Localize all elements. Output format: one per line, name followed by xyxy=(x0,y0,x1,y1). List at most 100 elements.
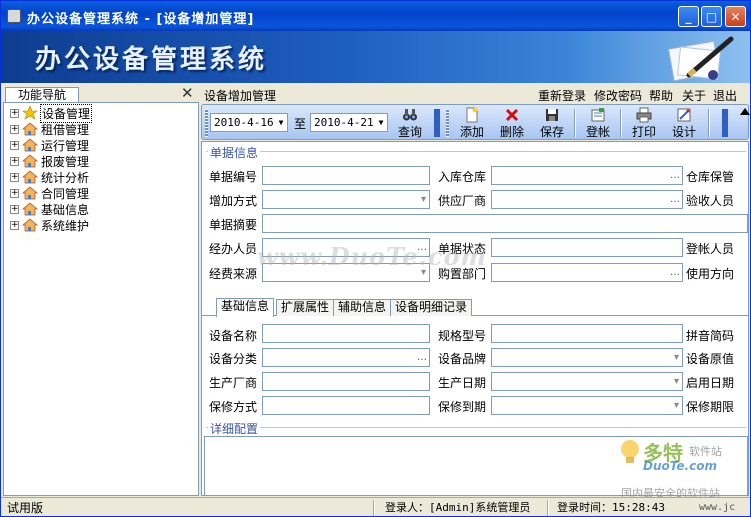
expand-icon[interactable]: + xyxy=(10,156,19,166)
pinyin-label: 拼音简码 xyxy=(686,329,735,343)
menu-about[interactable]: 关于 xyxy=(682,87,706,104)
lightbulb-icon xyxy=(621,440,639,463)
poster-label: 登帐人员 xyxy=(686,242,735,256)
tree-item-statistics[interactable]: + 统计分析 xyxy=(10,169,90,185)
menu-relogin[interactable]: 重新登录 xyxy=(538,87,586,104)
edition-status: 试用版 xyxy=(7,501,44,515)
tree-item-scrap-management[interactable]: + 报废管理 xyxy=(10,153,90,169)
add-method-select[interactable] xyxy=(262,190,430,209)
manufacturer-input[interactable] xyxy=(262,372,430,391)
design-button[interactable]: 设计 xyxy=(668,107,700,139)
production-date-picker[interactable] xyxy=(491,372,683,391)
to-label: 至 xyxy=(294,117,307,131)
summary-input[interactable] xyxy=(262,214,748,233)
warehouse-picker[interactable] xyxy=(491,166,683,185)
toolbar-chevron[interactable] xyxy=(434,109,440,137)
date-from-picker[interactable]: 2010-4-16 ▼ xyxy=(210,113,288,132)
tab-device-detail-records[interactable]: 设备明细记录 xyxy=(390,299,473,316)
expand-icon[interactable]: + xyxy=(10,124,19,134)
tree-item-contract-management[interactable]: + 合同管理 xyxy=(10,185,90,201)
expand-icon[interactable]: + xyxy=(10,220,19,230)
add-label: 添加 xyxy=(459,125,484,139)
logo-en: DuoTe.com xyxy=(643,459,717,473)
dropdown-arrow-icon[interactable]: ▼ xyxy=(275,114,287,131)
save-label: 保存 xyxy=(539,125,564,139)
tree-item-lease-management[interactable]: + 租借管理 xyxy=(10,121,90,137)
app-window: 办公设备管理系统 - [设备增加管理] _ □ ✕ 办公设备管理系统 功能导航 … xyxy=(0,0,751,517)
menu-exit[interactable]: 退出 xyxy=(713,87,737,104)
save-button[interactable]: 保存 xyxy=(536,107,568,139)
warranty-expiry-picker[interactable] xyxy=(491,396,683,415)
close-icon[interactable]: ✕ xyxy=(181,84,194,102)
tab-extended-attributes[interactable]: 扩展属性 xyxy=(276,299,335,316)
tree-item-basic-info[interactable]: + 基础信息 xyxy=(10,201,90,217)
login-user-status: 登录人：[Admin]系统管理员 xyxy=(385,501,531,514)
device-name-input[interactable] xyxy=(262,324,430,343)
doc-no-input[interactable] xyxy=(262,166,430,185)
toolbar-chevron[interactable] xyxy=(722,109,728,137)
expand-icon[interactable]: + xyxy=(10,108,19,118)
brand-select[interactable] xyxy=(491,348,683,367)
date-to-picker[interactable]: 2010-4-21 ▼ xyxy=(310,113,388,132)
supplier-label: 供应厂商 xyxy=(438,194,487,208)
tree-item-system-maintenance[interactable]: + 系统维护 xyxy=(10,217,90,233)
tree-item-label: 租借管理 xyxy=(41,122,90,137)
delete-button[interactable]: 删除 xyxy=(496,107,528,139)
doc-status-input[interactable] xyxy=(491,238,683,257)
category-picker[interactable] xyxy=(262,348,430,367)
floppy-disk-icon xyxy=(546,109,558,121)
add-method-label: 增加方式 xyxy=(209,194,258,208)
toolbar-separator xyxy=(620,109,622,137)
pen-paper-icon xyxy=(667,36,734,81)
logo-url: www.jc xyxy=(699,502,736,513)
house-icon xyxy=(22,122,38,136)
close-button[interactable]: ✕ xyxy=(725,6,746,27)
watermark-text: www.DuoTe.com xyxy=(257,242,487,271)
tab-auxiliary-info[interactable]: 辅助信息 xyxy=(333,299,392,316)
login-time-status: 登录时间：15:28:43 xyxy=(557,501,665,514)
house-icon xyxy=(22,170,38,184)
toolbar-grip[interactable] xyxy=(205,109,208,137)
tree-item-label: 系统维护 xyxy=(41,218,90,233)
warranty-method-input[interactable] xyxy=(262,396,430,415)
print-button[interactable]: 打印 xyxy=(628,107,660,139)
minimize-button[interactable]: _ xyxy=(678,6,699,27)
add-button[interactable]: 添加 xyxy=(456,107,488,139)
expand-icon[interactable]: + xyxy=(10,188,19,198)
nav-tab[interactable]: 功能导航 xyxy=(5,87,79,102)
brand-label: 设备品牌 xyxy=(438,352,487,366)
expand-icon[interactable]: + xyxy=(10,140,19,150)
breadcrumb: 设备增加管理 xyxy=(204,89,277,103)
expand-icon[interactable]: + xyxy=(10,172,19,182)
toolbar-separator xyxy=(708,109,710,137)
tab-basic-info[interactable]: 基础信息 xyxy=(216,298,275,317)
date-to-value: 2010-4-21 xyxy=(314,116,374,129)
model-input[interactable] xyxy=(491,324,683,343)
menu-help[interactable]: 帮助 xyxy=(649,87,673,104)
warehouse-keeper-label: 仓库保管 xyxy=(686,170,735,184)
model-label: 规格型号 xyxy=(438,329,487,343)
purchase-dept-picker[interactable] xyxy=(491,263,683,282)
title-bar[interactable]: 办公设备管理系统 - [设备增加管理] _ □ ✕ xyxy=(1,1,750,31)
scroll-up-arrow[interactable] xyxy=(739,104,750,124)
tree-item-label: 报废管理 xyxy=(41,154,90,169)
supplier-picker[interactable] xyxy=(491,190,683,209)
start-date-label: 启用日期 xyxy=(686,376,735,390)
delete-label: 删除 xyxy=(499,125,524,139)
tree-item-device-management[interactable]: + 设备管理 xyxy=(10,103,93,123)
query-button[interactable]: 查询 xyxy=(396,107,424,139)
maximize-button[interactable]: □ xyxy=(701,6,722,27)
tree-item-operation-management[interactable]: + 运行管理 xyxy=(10,137,90,153)
binoculars-icon xyxy=(403,109,417,121)
menu-change-password[interactable]: 修改密码 xyxy=(594,87,642,104)
toolbar: 2010-4-16 ▼ 至 2010-4-21 ▼ 查询 添加 删除 保存 登帐… xyxy=(201,104,749,140)
tab-strip: 基础信息 扩展属性 辅助信息 设备明细记录 xyxy=(202,298,748,317)
post-button[interactable]: 登帐 xyxy=(582,107,614,139)
dropdown-arrow-icon[interactable]: ▼ xyxy=(375,114,387,131)
house-icon xyxy=(22,138,38,152)
query-label: 查询 xyxy=(397,125,422,139)
warranty-period-label: 保修期限 xyxy=(686,400,735,414)
expand-icon[interactable]: + xyxy=(10,204,19,214)
handler-label: 经办人员 xyxy=(209,242,258,256)
toolbar-grip[interactable] xyxy=(446,109,449,137)
